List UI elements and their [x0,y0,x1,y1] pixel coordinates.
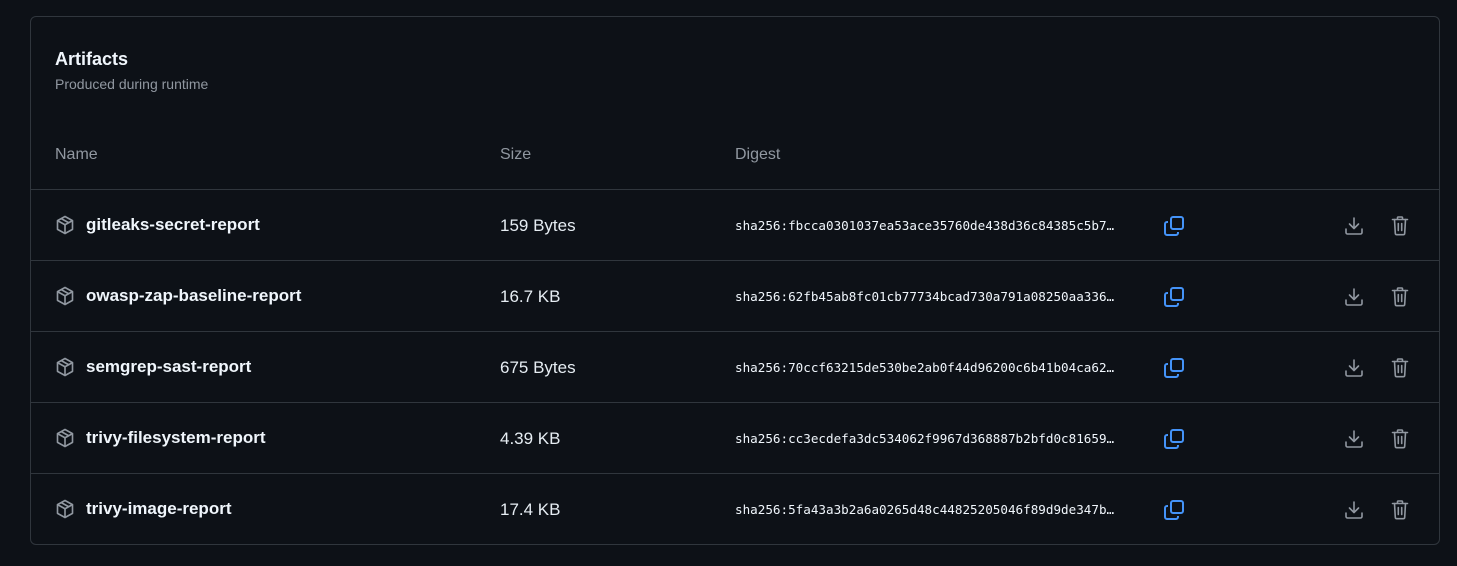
artifact-name[interactable]: trivy-filesystem-report [86,428,266,448]
copy-icon [1162,214,1186,238]
download-icon [1342,498,1366,522]
copy-icon [1162,356,1186,380]
copy-icon [1162,498,1186,522]
artifact-row: owasp-zap-baseline-report 16.7 KB sha256… [31,261,1439,332]
delete-button[interactable] [1388,427,1412,451]
trash-icon [1388,214,1412,238]
artifact-size: 4.39 KB [500,429,561,448]
artifact-list: gitleaks-secret-report 159 Bytes sha256:… [31,190,1439,545]
copy-icon [1162,285,1186,309]
column-header-name: Name [55,146,98,163]
package-icon [55,357,75,377]
copy-digest-button[interactable] [1162,356,1186,380]
download-icon [1342,285,1366,309]
table-header: Name Size Digest [31,121,1439,190]
artifact-digest: sha256:cc3ecdefa3dc534062f9967d368887b2b… [735,431,1115,446]
artifact-digest: sha256:62fb45ab8fc01cb77734bcad730a791a0… [735,289,1115,304]
package-icon [55,428,75,448]
trash-icon [1388,427,1412,451]
download-button[interactable] [1342,285,1366,309]
artifact-name[interactable]: owasp-zap-baseline-report [86,286,301,306]
artifact-name-cell: owasp-zap-baseline-report [55,286,301,306]
artifact-size: 17.4 KB [500,500,561,519]
download-button[interactable] [1342,214,1366,238]
artifact-size: 675 Bytes [500,358,576,377]
artifact-name[interactable]: semgrep-sast-report [86,357,251,377]
panel-title: Artifacts [55,49,129,69]
download-icon [1342,427,1366,451]
package-icon [55,499,75,519]
download-button[interactable] [1342,427,1366,451]
copy-icon [1162,427,1186,451]
trash-icon [1388,285,1412,309]
copy-digest-button[interactable] [1162,285,1186,309]
artifact-name-cell: gitleaks-secret-report [55,215,260,235]
artifact-row: trivy-image-report 17.4 KB sha256:5fa43a… [31,474,1439,545]
artifact-size: 159 Bytes [500,216,576,235]
package-icon [55,215,75,235]
delete-button[interactable] [1388,356,1412,380]
copy-digest-button[interactable] [1162,498,1186,522]
download-button[interactable] [1342,498,1366,522]
column-header-size: Size [500,146,532,163]
artifact-size: 16.7 KB [500,287,561,306]
artifact-digest: sha256:70ccf63215de530be2ab0f44d96200c6b… [735,360,1115,375]
delete-button[interactable] [1388,498,1412,522]
column-header-digest: Digest [735,146,781,163]
artifact-name-cell: semgrep-sast-report [55,357,251,377]
panel-subtitle: Produced during runtime [55,76,209,92]
trash-icon [1388,498,1412,522]
artifact-row: gitleaks-secret-report 159 Bytes sha256:… [31,190,1439,261]
download-icon [1342,356,1366,380]
download-button[interactable] [1342,356,1366,380]
artifact-digest: sha256:5fa43a3b2a6a0265d48c44825205046f8… [735,502,1115,517]
package-icon [55,286,75,306]
artifact-row: trivy-filesystem-report 4.39 KB sha256:c… [31,403,1439,474]
artifacts-panel: Artifacts Produced during runtime Name S… [30,16,1440,545]
artifact-row: semgrep-sast-report 675 Bytes sha256:70c… [31,332,1439,403]
panel-header: Artifacts Produced during runtime [31,17,1439,121]
copy-digest-button[interactable] [1162,214,1186,238]
delete-button[interactable] [1388,214,1412,238]
copy-digest-button[interactable] [1162,427,1186,451]
delete-button[interactable] [1388,285,1412,309]
artifact-name[interactable]: gitleaks-secret-report [86,215,260,235]
artifact-name-cell: trivy-image-report [55,499,231,519]
artifact-name[interactable]: trivy-image-report [86,499,231,519]
artifact-name-cell: trivy-filesystem-report [55,428,266,448]
trash-icon [1388,356,1412,380]
download-icon [1342,214,1366,238]
artifact-digest: sha256:fbcca0301037ea53ace35760de438d36c… [735,218,1115,233]
